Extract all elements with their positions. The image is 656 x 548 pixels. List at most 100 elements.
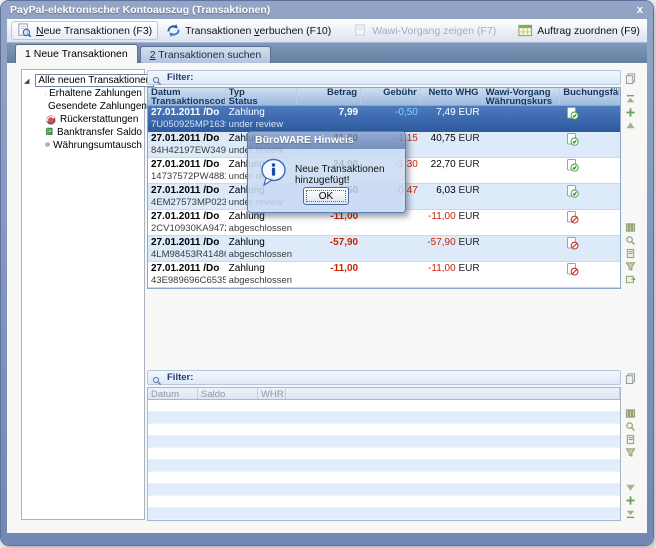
tree-item-gesendete-zahlungen[interactable]: Gesendete Zahlungen [24, 100, 142, 113]
saldo-panel: Filter: Datum Saldo WHR [147, 370, 621, 521]
copy-icon[interactable] [625, 71, 636, 82]
post-transactions-label: Transaktionen verbuchen (F10) [185, 25, 331, 37]
dialog-body: Neue Transaktionen hinzugefügt! OK [248, 149, 405, 212]
copy-icon[interactable] [625, 371, 636, 382]
empty-row[interactable] [148, 460, 620, 472]
transaction-row[interactable]: 27.01.2011 /Do4LM98453R41486714 Zahlunga… [148, 236, 620, 262]
post-transactions-button[interactable]: Transaktionen verbuchen (F10) [160, 21, 337, 40]
new-transactions-button[interactable]: Neue Transaktionen (F3) [11, 21, 158, 40]
filter-label: Filter: [167, 72, 193, 83]
export-icon[interactable] [625, 272, 636, 283]
grid-side-toolbar [623, 70, 637, 292]
scroll-down-icon[interactable] [625, 480, 636, 491]
tab-transaktionen-suchen[interactable]: 2 Transaktionen suchen [140, 46, 272, 63]
bookable-no-icon [566, 237, 579, 250]
dialog-title-bar[interactable]: BüroWARE Hinweis [248, 132, 405, 149]
column-header-datum[interactable]: Datum [148, 388, 198, 399]
column-header-gebuehr[interactable]: Gebühr [361, 88, 421, 105]
tree-item-alle-neuen-transaktionen[interactable]: ◢ Alle neuen Transaktionen [24, 74, 142, 87]
currency-exchange-icon [45, 140, 50, 152]
empty-row[interactable] [148, 400, 620, 412]
ok-button[interactable]: OK [303, 187, 349, 205]
tree-item-label: Rückerstattungen [60, 114, 138, 125]
show-wawi-button: Wawi-Vorgang zeigen (F7) [347, 21, 502, 40]
tree-item-label: Gesendete Zahlungen [48, 101, 147, 112]
filter-icon[interactable] [625, 445, 636, 456]
bookable-no-icon [566, 211, 579, 224]
transactions-header-row: DatumTransaktionscode TypStatus Betrag G… [147, 87, 621, 106]
tree-item-banktransfer-saldo[interactable]: Banktransfer Saldo [24, 126, 142, 139]
empty-row[interactable] [148, 508, 620, 520]
tree-item-waehrungsumtausch[interactable]: Währungsumtausch [24, 139, 142, 152]
tree-item-label: Erhaltene Zahlungen [49, 88, 142, 99]
empty-row[interactable] [148, 484, 620, 496]
bank-transfer-icon [45, 127, 54, 139]
column-header-typ[interactable]: TypStatus [226, 88, 298, 105]
new-transactions-icon [17, 23, 32, 38]
tree-item-label: Alle neuen Transaktionen [35, 74, 154, 87]
tree-item-label: Währungsumtausch [53, 140, 142, 151]
column-header-netto[interactable]: Netto WHG [421, 88, 483, 105]
empty-row[interactable] [148, 412, 620, 424]
assign-order-button[interactable]: Auftrag zuordnen (F9) [512, 21, 646, 40]
tree-item-erhaltene-zahlungen[interactable]: Erhaltene Zahlungen [24, 87, 142, 100]
columns-icon[interactable] [625, 220, 636, 231]
saldo-rows [147, 400, 621, 521]
transaction-row[interactable]: 27.01.2011 /Do2CV10930KA9472237 Zahlunga… [148, 210, 620, 236]
tree-item-rueckerstattungen[interactable]: Rückerstattungen [24, 113, 142, 126]
message-dialog: BüroWARE Hinweis Neue Transaktionen hinz… [247, 131, 406, 213]
column-header-buchungsfaehig[interactable]: Buchungsfähig [560, 88, 620, 105]
saldo-filter-bar[interactable]: Filter: [147, 370, 621, 385]
column-header-betrag[interactable]: Betrag [297, 88, 361, 105]
column-header-saldo[interactable]: Saldo [198, 388, 258, 399]
empty-row[interactable] [148, 424, 620, 436]
empty-row[interactable] [148, 448, 620, 460]
tree-item-label: Banktransfer Saldo [57, 127, 142, 138]
app-window: PayPal-elektronischer Kontoauszug (Trans… [1, 1, 653, 545]
filter-search-icon [152, 373, 162, 383]
assign-order-label: Auftrag zuordnen (F9) [537, 25, 640, 37]
toolbar: Neue Transaktionen (F3) Transaktionen ve… [7, 19, 647, 43]
window-title: PayPal-elektronischer Kontoauszug (Trans… [10, 4, 637, 16]
transaction-row[interactable]: 27.01.2011 /Do43E989696C6535442 Zahlunga… [148, 262, 620, 288]
bookmark-icon[interactable] [625, 432, 636, 443]
saldo-side-toolbar [623, 370, 637, 518]
add-row-icon[interactable] [625, 105, 636, 116]
filter-label: Filter: [167, 372, 193, 383]
search-icon[interactable] [625, 419, 636, 430]
post-transactions-icon [166, 23, 181, 38]
empty-row[interactable] [148, 436, 620, 448]
column-header-datum[interactable]: DatumTransaktionscode [148, 88, 226, 105]
transaction-row-selected[interactable]: 27.01.2011 /Do7U050925MP163920N Zahlungu… [148, 106, 620, 132]
assign-order-icon [518, 23, 533, 38]
close-icon[interactable]: x [637, 5, 643, 15]
category-tree-panel: ◢ Alle neuen Transaktionen Erhaltene Zah… [21, 69, 145, 520]
dialog-message: Neue Transaktionen hinzugefügt! [295, 164, 405, 186]
info-icon [260, 158, 287, 187]
title-bar: PayPal-elektronischer Kontoauszug (Trans… [1, 1, 653, 19]
bookable-yes-icon [566, 159, 579, 172]
scroll-bottom-icon[interactable] [625, 506, 636, 517]
filter-icon[interactable] [625, 259, 636, 270]
add-row-icon[interactable] [625, 493, 636, 504]
columns-icon[interactable] [625, 406, 636, 417]
bookable-yes-icon [566, 185, 579, 198]
bookable-yes-icon [566, 133, 579, 146]
tree-expander-icon[interactable]: ◢ [24, 77, 29, 85]
scroll-top-icon[interactable] [625, 92, 636, 103]
content-area: ◢ Alle neuen Transaktionen Erhaltene Zah… [7, 63, 647, 533]
empty-row[interactable] [148, 472, 620, 484]
column-header-empty [286, 388, 620, 399]
saldo-header-row: Datum Saldo WHR [147, 387, 621, 400]
bookable-no-icon [566, 263, 579, 276]
scroll-up-icon[interactable] [625, 118, 636, 129]
transactions-filter-bar[interactable]: Filter: [147, 70, 621, 85]
column-header-whr[interactable]: WHR [258, 388, 286, 399]
column-header-wawi[interactable]: Wawi-VorgangWährungskurs [483, 88, 561, 105]
received-payments-icon [45, 88, 46, 100]
tab-neue-transaktionen[interactable]: 1 Neue Transaktionen [15, 44, 138, 63]
search-icon[interactable] [625, 233, 636, 244]
bookmark-icon[interactable] [625, 246, 636, 257]
show-wawi-label: Wawi-Vorgang zeigen (F7) [372, 25, 496, 37]
empty-row[interactable] [148, 496, 620, 508]
